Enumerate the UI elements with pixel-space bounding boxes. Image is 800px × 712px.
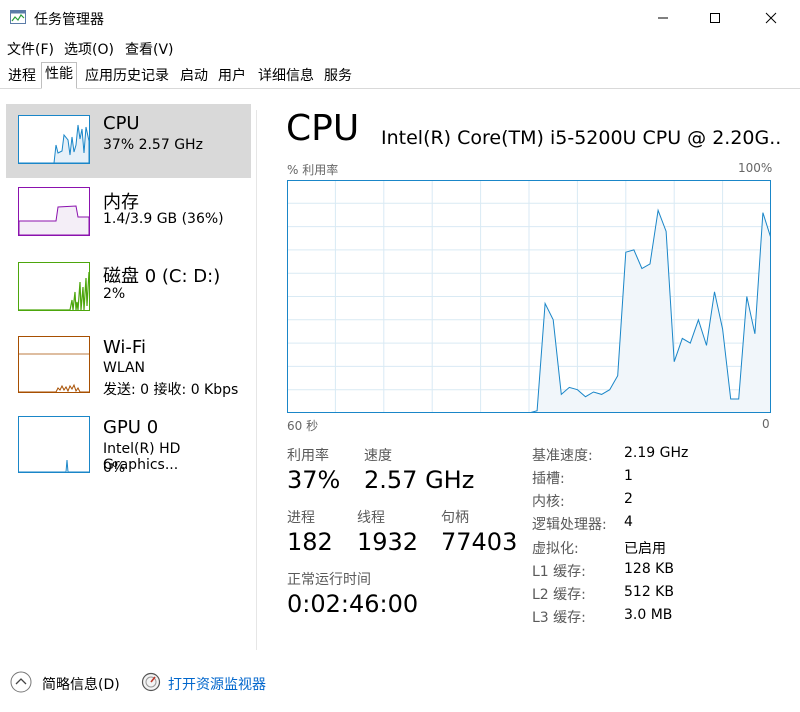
resource-sub2-gpu: 0% <box>103 460 126 476</box>
tab-services[interactable]: 服务 <box>320 64 356 87</box>
resource-sub-memory: 1.4/3.9 GB (36%) <box>103 211 224 227</box>
graph-x-left-label: 60 秒 <box>287 419 319 433</box>
processes-value: 182 <box>287 528 333 556</box>
open-resource-monitor-link[interactable]: 打开资源监视器 <box>168 674 266 694</box>
menu-file[interactable]: 文件(F) <box>7 39 54 59</box>
spec-key: 虚拟化: <box>532 541 579 557</box>
minimize-button[interactable] <box>640 0 686 36</box>
resource-item-cpu[interactable]: CPU 37% 2.57 GHz <box>6 104 251 178</box>
utilization-label: 利用率 <box>287 448 329 464</box>
tab-details[interactable]: 详细信息 <box>254 64 318 87</box>
graph-y-label: % 利用率 <box>287 163 339 177</box>
collapse-icon[interactable] <box>10 671 32 693</box>
menu-options[interactable]: 选项(O) <box>64 39 114 59</box>
threads-value: 1932 <box>357 528 419 556</box>
cpu-utilization-graph <box>287 180 771 413</box>
maximize-button[interactable] <box>692 0 738 36</box>
tab-bar: 进程 性能 应用历史记录 启动 用户 详细信息 服务 <box>0 62 800 89</box>
gpu-thumbnail <box>18 416 90 473</box>
pane-divider <box>256 110 257 650</box>
task-manager-icon <box>10 10 26 24</box>
page-title: CPU <box>286 108 360 149</box>
footer-bar: 简略信息(D) 打开资源监视器 <box>0 660 800 710</box>
minimize-icon <box>658 17 668 19</box>
tab-performance[interactable]: 性能 <box>41 62 77 89</box>
resource-sub1-wifi: WLAN <box>103 360 146 376</box>
processes-label: 进程 <box>287 510 315 526</box>
tab-processes[interactable]: 进程 <box>4 64 40 87</box>
cpu-model-name: Intel(R) Core(TM) i5-5200U CPU @ 2.20G..… <box>381 127 781 149</box>
resource-title-cpu: CPU <box>103 113 140 134</box>
spec-value: 512 KB <box>624 584 674 600</box>
resource-title-wifi: Wi-Fi <box>103 337 146 358</box>
menu-view[interactable]: 查看(V) <box>125 39 174 59</box>
wifi-thumbnail <box>18 336 90 393</box>
menu-bar: 文件(F) 选项(O) 查看(V) <box>0 36 800 60</box>
handles-value: 77403 <box>441 528 518 556</box>
spec-key: L3 缓存: <box>532 610 586 626</box>
fewer-details-link[interactable]: 简略信息(D) <box>42 674 120 694</box>
tab-startup[interactable]: 启动 <box>176 64 212 87</box>
spec-key: 内核: <box>532 494 565 510</box>
threads-label: 线程 <box>357 510 385 526</box>
graph-max-label: 100% <box>738 161 773 175</box>
spec-key: L1 缓存: <box>532 564 586 580</box>
title-bar: 任务管理器 <box>0 0 800 36</box>
handles-label: 句柄 <box>441 510 469 526</box>
spec-value: 2 <box>624 491 633 507</box>
spec-value: 4 <box>624 514 633 530</box>
close-button[interactable] <box>748 0 794 36</box>
spec-key: 逻辑处理器: <box>532 517 607 533</box>
tab-app-history[interactable]: 应用历史记录 <box>81 64 173 87</box>
resource-sub-cpu: 37% 2.57 GHz <box>103 137 203 153</box>
uptime-value: 0:02:46:00 <box>287 590 419 618</box>
graph-x-right-label: 0 <box>762 417 770 431</box>
window-title: 任务管理器 <box>34 12 104 28</box>
resource-item-gpu[interactable]: GPU 0 Intel(R) HD Graphics... 0% <box>6 409 251 483</box>
maximize-icon <box>710 13 720 23</box>
spec-key: L2 缓存: <box>532 587 586 603</box>
resource-item-memory[interactable]: 内存 1.4/3.9 GB (36%) <box>6 183 251 257</box>
resource-item-disk[interactable]: 磁盘 0 (C: D:) 2% <box>6 256 251 330</box>
speed-label: 速度 <box>364 448 392 464</box>
resource-sub2-wifi: 发送: 0 接收: 0 Kbps <box>103 382 239 398</box>
spec-value: 2.19 GHz <box>624 445 689 461</box>
spec-key: 插槽: <box>532 471 565 487</box>
close-icon <box>765 12 777 24</box>
spec-value: 已启用 <box>624 541 666 557</box>
uptime-label: 正常运行时间 <box>287 572 371 588</box>
cpu-thumbnail <box>18 115 90 164</box>
spec-key: 基准速度: <box>532 448 593 464</box>
disk-thumbnail <box>18 262 90 311</box>
memory-thumbnail <box>18 187 90 236</box>
spec-value: 3.0 MB <box>624 607 673 623</box>
resource-item-wifi[interactable]: Wi-Fi WLAN 发送: 0 接收: 0 Kbps <box>6 330 251 404</box>
spec-value: 1 <box>624 468 633 484</box>
resource-title-disk: 磁盘 0 (C: D:) <box>103 266 221 287</box>
spec-value: 128 KB <box>624 561 674 577</box>
utilization-value: 37% <box>287 466 341 494</box>
speed-value: 2.57 GHz <box>364 466 475 494</box>
resource-sub-disk: 2% <box>103 286 126 302</box>
tab-users[interactable]: 用户 <box>214 64 250 87</box>
resource-title-gpu: GPU 0 <box>103 417 159 438</box>
resource-monitor-icon <box>141 672 161 692</box>
